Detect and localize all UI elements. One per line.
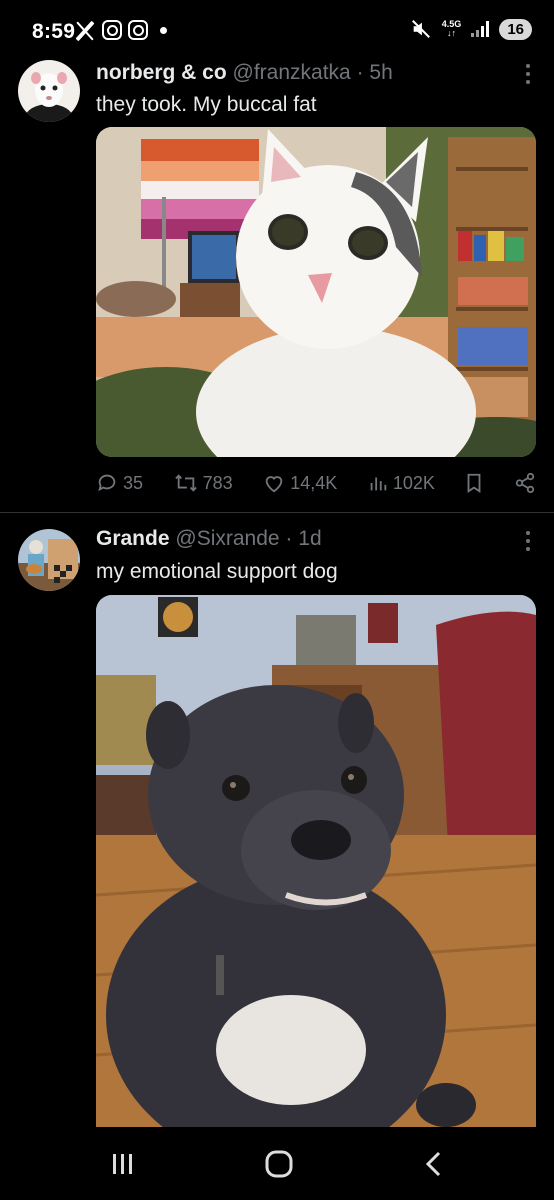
view-count: 102K [392,472,435,493]
views-button[interactable]: 102K [368,472,435,494]
tweet-media-image[interactable] [96,127,536,457]
tweet[interactable]: norberg & co @franzkatka · 5h they took.… [0,0,554,512]
repost-icon [174,474,197,492]
tweet-media-image[interactable] [96,595,536,1135]
tweet-text: my emotional support dog [96,560,338,583]
share-icon [515,472,535,494]
system-navigation-bar [0,1127,554,1200]
author-handle[interactable]: @franzkatka [233,61,351,84]
share-button[interactable] [514,472,536,494]
timestamp[interactable]: 5h [369,61,392,84]
dog-photo [96,595,536,1135]
like-count: 14,4K [290,472,338,493]
recent-apps-button[interactable] [110,1151,136,1177]
reply-icon [98,474,116,492]
tweet-actions: 35 783 14,4K 102K [96,472,536,494]
back-button[interactable] [422,1149,446,1179]
reply-count: 35 [123,472,144,493]
author-handle[interactable]: @Sixrande [175,527,279,550]
more-options-icon[interactable] [526,64,532,84]
heart-icon [265,476,283,493]
tweet-header: norberg & co @franzkatka · 5h [96,61,393,85]
author-name[interactable]: norberg & co [96,61,227,84]
reply-button[interactable]: 35 [96,472,143,494]
separator: · [285,527,293,550]
tweet-header: Grande @Sixrande · 1d [96,527,322,551]
cat-photo [96,127,536,457]
bookmark-button[interactable] [465,472,483,494]
author-name[interactable]: Grande [96,527,170,550]
tweet-text: they took. My buccal fat [96,93,317,116]
timestamp[interactable]: 1d [298,527,321,550]
avatar[interactable] [18,529,80,591]
more-options-icon[interactable] [526,531,532,551]
repost-count: 783 [202,472,233,493]
bookmark-icon [468,473,481,493]
separator: · [356,61,364,84]
repost-button[interactable]: 783 [174,472,233,494]
avatar[interactable] [18,60,80,122]
views-icon [370,477,387,491]
home-button[interactable] [264,1149,294,1179]
like-button[interactable]: 14,4K [263,472,337,494]
tweet[interactable]: Grande @Sixrande · 1d my emotional suppo… [0,513,554,1135]
